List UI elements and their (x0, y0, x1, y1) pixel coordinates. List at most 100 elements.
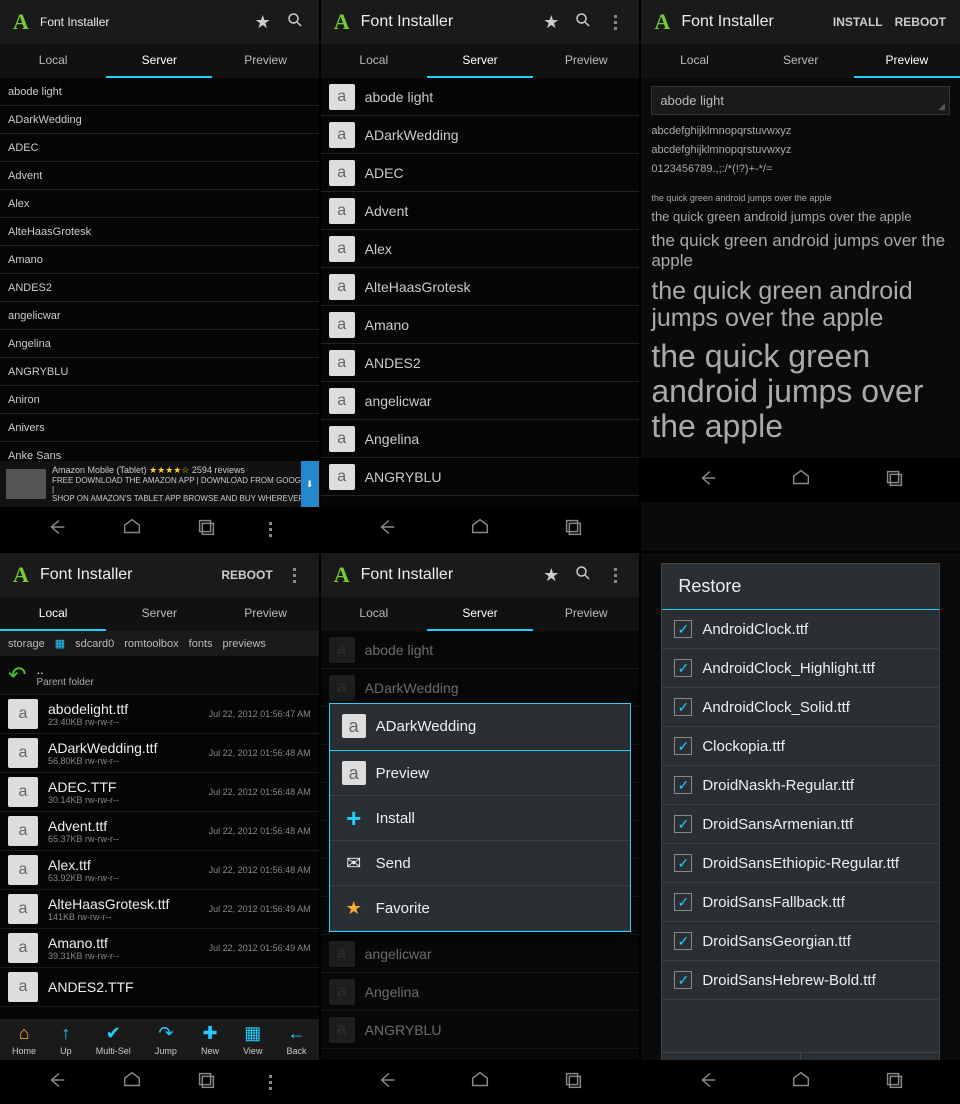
menu-icon[interactable] (269, 522, 272, 537)
restore-row[interactable]: ✓DroidSansGeorgian.ttf (662, 922, 939, 961)
home-icon[interactable] (121, 1069, 143, 1096)
back-icon[interactable] (376, 1069, 398, 1096)
ad-banner[interactable]: Amazon Mobile (Tablet) ★★★★☆ 2594 review… (0, 461, 319, 507)
font-row[interactable]: aAdvent (321, 192, 640, 230)
file-row[interactable]: aADEC.TTF30.14KB rw-rw-r--Jul 22, 2012 0… (0, 773, 319, 812)
tab-preview[interactable]: Preview (212, 597, 318, 631)
home-icon[interactable] (121, 516, 143, 543)
checkbox-icon[interactable]: ✓ (674, 854, 692, 872)
font-row[interactable]: AlteHaasGrotesk (0, 218, 319, 246)
recent-icon[interactable] (883, 1069, 905, 1096)
tab-server[interactable]: Server (427, 44, 533, 78)
restore-list[interactable]: ✓AndroidClock.ttf✓AndroidClock_Highlight… (662, 610, 939, 1052)
font-row[interactable]: aangelicwar (321, 935, 640, 973)
breadcrumb-item[interactable]: previews (223, 638, 266, 650)
tab-preview[interactable]: Preview (533, 44, 639, 78)
tab-local[interactable]: Local (641, 44, 747, 78)
font-list[interactable]: aabode lightaADarkWeddingaADECaAdventaAl… (321, 78, 640, 507)
checkbox-icon[interactable]: ✓ (674, 815, 692, 833)
install-button[interactable]: INSTALL (827, 11, 889, 33)
search-icon[interactable] (567, 564, 599, 587)
font-row[interactable]: aabode light (321, 78, 640, 116)
font-row[interactable]: aADarkWedding (321, 669, 640, 707)
popup-send[interactable]: ✉Send (330, 841, 631, 886)
checkbox-icon[interactable]: ✓ (674, 971, 692, 989)
tab-preview[interactable]: Preview (854, 44, 960, 78)
tab-local[interactable]: Local (321, 597, 427, 631)
menu-icon[interactable] (269, 1075, 272, 1090)
back-icon[interactable] (46, 516, 68, 543)
restore-row[interactable]: ✓DroidNaskh-Regular.ttf (662, 766, 939, 805)
popup-favorite[interactable]: ★Favorite (330, 886, 631, 931)
home-icon[interactable] (790, 1069, 812, 1096)
toolbar-multi-sel[interactable]: ✔Multi-Sel (96, 1023, 131, 1056)
back-icon[interactable] (46, 1069, 68, 1096)
font-row[interactable]: Angelina (0, 330, 319, 358)
restore-row[interactable]: ✓DroidSansHebrew-Bold.ttf (662, 961, 939, 1000)
checkbox-icon[interactable]: ✓ (674, 893, 692, 911)
breadcrumb-item[interactable]: storage (8, 638, 45, 650)
overflow-icon[interactable] (279, 568, 311, 583)
checkbox-icon[interactable]: ✓ (674, 698, 692, 716)
font-row[interactable]: aADEC (321, 154, 640, 192)
recent-icon[interactable] (195, 1069, 217, 1096)
font-row[interactable]: aANGRYBLU (321, 458, 640, 496)
restore-row[interactable]: ✓DroidSansArmenian.ttf (662, 805, 939, 844)
home-icon[interactable] (469, 1069, 491, 1096)
back-icon[interactable] (697, 1069, 719, 1096)
tab-server[interactable]: Server (427, 597, 533, 631)
toolbar-jump[interactable]: ↷Jump (155, 1023, 177, 1056)
breadcrumb-item[interactable]: romtoolbox (124, 638, 178, 650)
font-row[interactable]: ADEC (0, 134, 319, 162)
tab-preview[interactable]: Preview (533, 597, 639, 631)
breadcrumb-item[interactable]: fonts (189, 638, 213, 650)
checkbox-icon[interactable]: ✓ (674, 737, 692, 755)
home-icon[interactable] (790, 467, 812, 494)
font-row[interactable]: aAlteHaasGrotesk (321, 268, 640, 306)
file-row[interactable]: aAlteHaasGrotesk.ttf141KB rw-rw-r--Jul 2… (0, 890, 319, 929)
font-row[interactable]: ADarkWedding (0, 106, 319, 134)
font-row[interactable]: Anke Sans (0, 442, 319, 461)
parent-folder-row[interactable]: ↶ .. Parent folder (0, 656, 319, 695)
reboot-button[interactable]: REBOOT (215, 564, 278, 586)
font-row[interactable]: aAlex (321, 230, 640, 268)
checkbox-icon[interactable]: ✓ (674, 932, 692, 950)
restore-row[interactable]: ✓AndroidClock_Solid.ttf (662, 688, 939, 727)
file-row[interactable]: aabodelight.ttf23.40KB rw-rw-r--Jul 22, … (0, 695, 319, 734)
checkbox-icon[interactable]: ✓ (674, 659, 692, 677)
recent-icon[interactable] (562, 1069, 584, 1096)
toolbar-view[interactable]: ▦View (243, 1023, 262, 1056)
restore-row[interactable]: ✓DroidSansEthiopic-Regular.ttf (662, 844, 939, 883)
recent-icon[interactable] (883, 467, 905, 494)
font-row[interactable]: ANGRYBLU (0, 358, 319, 386)
font-row[interactable]: aAmano (321, 306, 640, 344)
font-row[interactable]: ANDES2 (0, 274, 319, 302)
tab-local[interactable]: Local (0, 44, 106, 78)
file-row[interactable]: aAdvent.ttf65.37KB rw-rw-r--Jul 22, 2012… (0, 812, 319, 851)
font-row[interactable]: Amano (0, 246, 319, 274)
overflow-icon[interactable] (599, 568, 631, 583)
search-icon[interactable] (567, 11, 599, 34)
toolbar-up[interactable]: ↑Up (60, 1023, 72, 1056)
file-row[interactable]: aAmano.ttf39.31KB rw-rw-r--Jul 22, 2012 … (0, 929, 319, 968)
toolbar-new[interactable]: ✚New (201, 1023, 219, 1056)
restore-row[interactable]: ✓AndroidClock.ttf (662, 610, 939, 649)
font-row[interactable]: aAngelina (321, 420, 640, 458)
favorite-icon[interactable]: ★ (535, 565, 567, 586)
checkbox-icon[interactable]: ✓ (674, 620, 692, 638)
font-row[interactable]: aANDES2 (321, 344, 640, 382)
font-row[interactable]: aANGRYBLU (321, 1011, 640, 1049)
popup-install[interactable]: +Install (330, 796, 631, 841)
tab-server[interactable]: Server (106, 597, 212, 631)
file-row[interactable]: aAlex.ttf63.92KB rw-rw-r--Jul 22, 2012 0… (0, 851, 319, 890)
font-row[interactable]: Anivers (0, 414, 319, 442)
tab-server[interactable]: Server (748, 44, 854, 78)
reboot-button[interactable]: REBOOT (889, 11, 952, 33)
ad-download-icon[interactable]: ⬇ (301, 461, 319, 507)
recent-icon[interactable] (562, 516, 584, 543)
font-row[interactable]: Alex (0, 190, 319, 218)
font-row[interactable]: aADarkWedding (321, 116, 640, 154)
file-list[interactable]: aabodelight.ttf23.40KB rw-rw-r--Jul 22, … (0, 695, 319, 1019)
tab-local[interactable]: Local (0, 597, 106, 631)
breadcrumb-item[interactable]: sdcard0 (75, 638, 114, 650)
